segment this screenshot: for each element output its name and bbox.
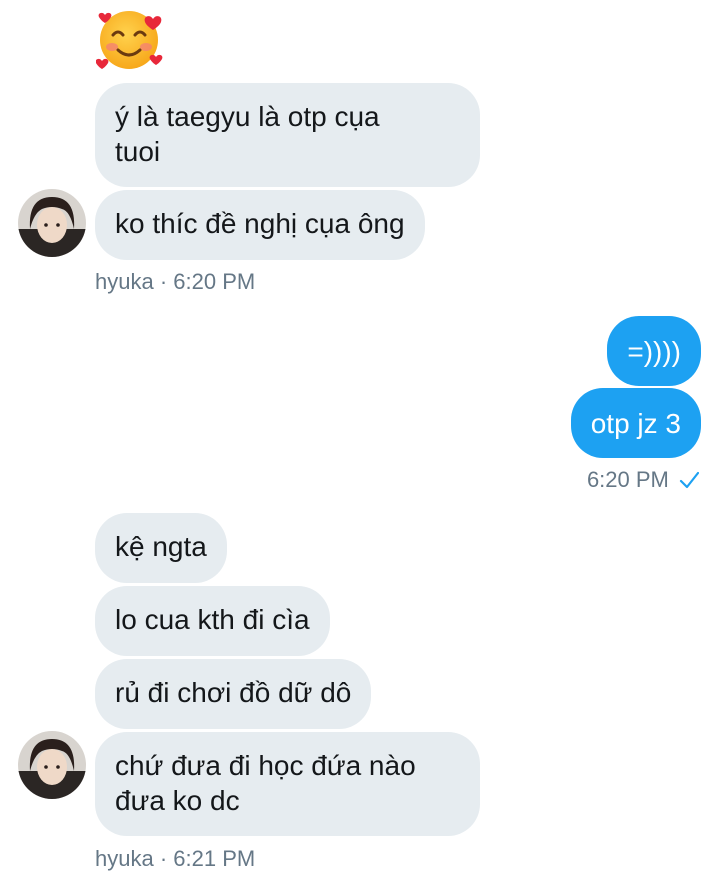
- avatar[interactable]: [18, 731, 86, 799]
- incoming-message-bubble[interactable]: kệ ngta: [95, 513, 227, 583]
- incoming-message-bubble[interactable]: chứ đưa đi học đứa nào đưa ko dc: [95, 732, 480, 836]
- avatar[interactable]: [18, 189, 86, 257]
- message-meta: hyuka · 6:21 PM: [95, 846, 255, 872]
- message-meta: hyuka · 6:20 PM: [95, 269, 255, 295]
- incoming-message-bubble[interactable]: lo cua kth đi cìa: [95, 586, 330, 656]
- sender-name: hyuka: [95, 846, 154, 871]
- message-time: 6:20 PM: [173, 269, 256, 294]
- incoming-message-bubble[interactable]: ko thíc đề nghị cụa ông: [95, 190, 425, 260]
- smiling-face-with-hearts-icon: [95, 5, 166, 71]
- meta-separator: ·: [159, 846, 168, 871]
- check-icon: [679, 470, 700, 496]
- message-time: 6:20 PM: [586, 467, 669, 492]
- meta-separator: ·: [159, 269, 168, 294]
- incoming-message-bubble[interactable]: rủ đi chơi đồ dữ dô: [95, 659, 372, 729]
- incoming-message-bubble[interactable]: ý là taegyu là otp cụa tuoi: [95, 83, 480, 187]
- message-time: 6:21 PM: [173, 846, 256, 871]
- sender-name: hyuka: [95, 269, 154, 294]
- message-meta: 6:20 PM: [586, 467, 700, 496]
- outgoing-message-bubble[interactable]: =)))): [607, 316, 701, 386]
- outgoing-message-bubble[interactable]: otp jz 3: [570, 388, 701, 458]
